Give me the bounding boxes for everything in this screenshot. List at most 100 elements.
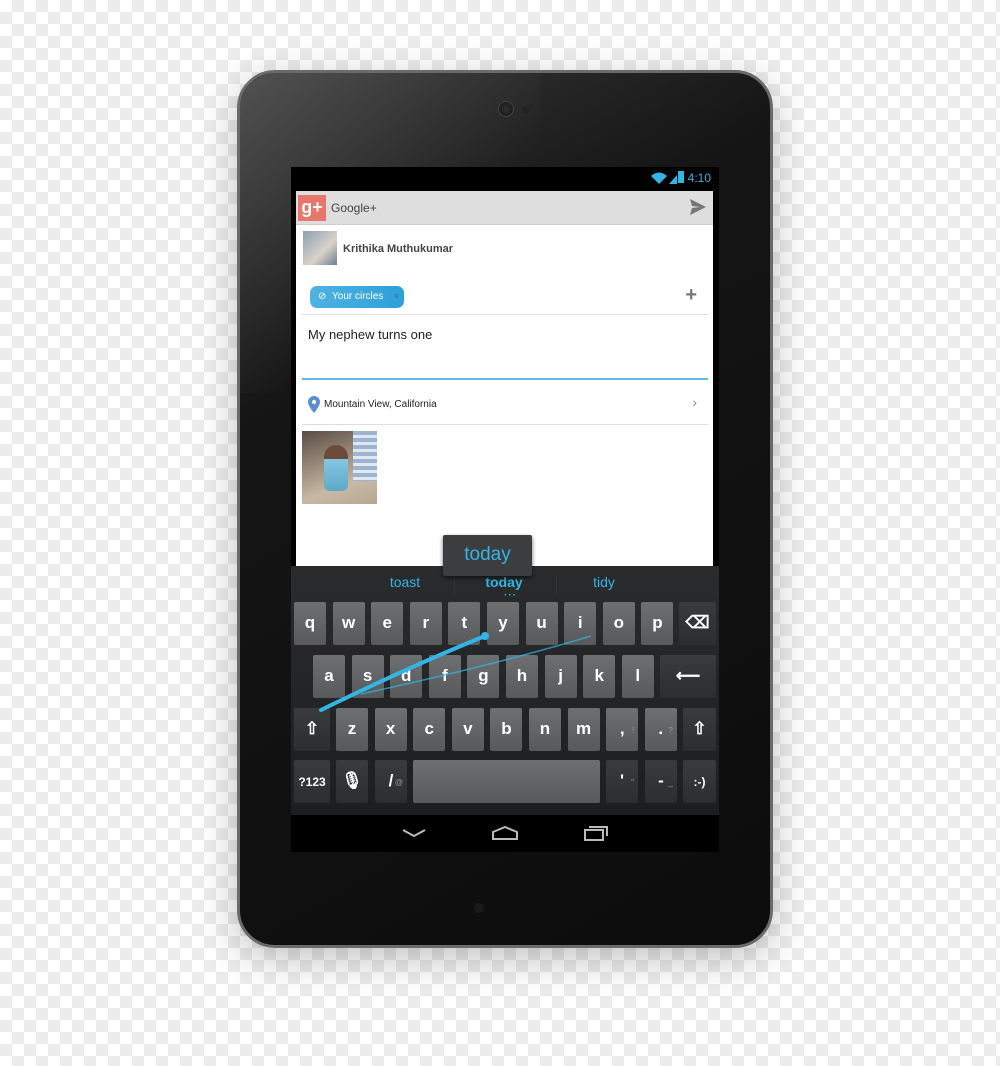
key-t[interactable]: t (448, 602, 481, 645)
navigation-bar (291, 815, 719, 852)
battery-icon (678, 171, 684, 183)
app-title: Google+ (331, 201, 377, 215)
key-label: r (422, 613, 430, 632)
key-apostrophe[interactable]: ' " (606, 760, 638, 803)
suggestion-toast[interactable]: toast (390, 574, 420, 590)
key-j[interactable]: j (544, 655, 577, 698)
post-text-input[interactable]: My nephew turns one (308, 327, 432, 342)
key-f[interactable]: f (428, 655, 461, 698)
key-c[interactable]: c (413, 708, 446, 751)
key-l[interactable]: l (621, 655, 654, 698)
key-label: e (382, 613, 392, 632)
gesture-preview-popup: today (443, 535, 532, 576)
author-name: Krithika Muthukumar (343, 243, 454, 255)
key-label: v (463, 719, 473, 738)
key-slash[interactable]: / @ (375, 760, 407, 803)
google-plus-logo[interactable]: g+ (298, 195, 326, 221)
key-label: a (324, 666, 334, 685)
status-bar: 4:10 (291, 167, 719, 190)
camera-icon (498, 101, 514, 117)
send-icon[interactable] (689, 198, 707, 216)
key-n[interactable]: n (529, 708, 561, 751)
key-w[interactable]: w (332, 602, 365, 645)
suggestion-tidy[interactable]: tidy (593, 574, 615, 590)
key-e[interactable]: e (371, 602, 404, 645)
key-b[interactable]: b (490, 708, 523, 751)
enter-key[interactable]: ⟵ (660, 655, 716, 698)
key-label: u (536, 613, 547, 632)
key-hint: " (631, 778, 634, 787)
backspace-key[interactable]: ⌫ (679, 602, 716, 645)
key-hint: _ (668, 778, 673, 787)
key-label: z (347, 719, 357, 738)
key-label: y (498, 613, 508, 632)
key-i[interactable]: i (564, 602, 597, 645)
key-r[interactable]: r (409, 602, 442, 645)
remove-chip-icon[interactable]: × (394, 285, 399, 307)
clock: 4:10 (687, 171, 711, 185)
shift-key[interactable]: ⇧ (294, 708, 330, 751)
microphone-icon: 🎙 (341, 771, 363, 790)
recents-icon[interactable] (583, 824, 609, 842)
key-period[interactable]: .? (644, 708, 677, 751)
key-d[interactable]: d (390, 655, 423, 698)
key-label: ' (619, 771, 625, 790)
symbols-key[interactable]: ?123 (294, 760, 330, 803)
key-label: b (501, 719, 512, 738)
key-label: x (385, 719, 396, 738)
key-dash[interactable]: - _ (645, 760, 677, 803)
key-s[interactable]: s (351, 655, 384, 698)
key-label: , (619, 719, 625, 738)
key-q[interactable]: q (294, 602, 326, 645)
audience-chip[interactable]: ⊘ Your circles × (310, 286, 404, 308)
more-suggestions-icon[interactable]: ··· (504, 590, 517, 601)
space-key[interactable] (413, 760, 600, 803)
key-label: d (400, 666, 412, 685)
key-hint: ? (668, 726, 673, 735)
key-m[interactable]: m (567, 708, 600, 751)
home-icon[interactable] (491, 825, 519, 841)
notification-led (474, 903, 484, 913)
suggestion-today[interactable]: today (485, 574, 522, 590)
key-g[interactable]: g (467, 655, 500, 698)
key-label: s (362, 666, 373, 685)
key-v[interactable]: v (451, 708, 484, 751)
emoticon-key[interactable]: :-) (683, 760, 716, 803)
add-audience-button[interactable]: + (685, 284, 697, 307)
back-icon[interactable] (401, 827, 427, 839)
shift-icon: ⇧ (692, 719, 707, 738)
key-o[interactable]: o (602, 602, 635, 645)
key-label: - (658, 771, 664, 790)
key-a[interactable]: a (313, 655, 345, 698)
location-label[interactable]: Mountain View, California (324, 399, 437, 410)
key-h[interactable]: h (506, 655, 538, 698)
voice-input-key[interactable]: 🎙 (336, 760, 368, 803)
backspace-icon: ⌫ (685, 613, 710, 632)
key-label: :-) (693, 775, 706, 789)
shift-icon: ⇧ (304, 719, 320, 738)
key-hint: @ (394, 778, 403, 787)
key-p[interactable]: p (641, 602, 674, 645)
attached-photo[interactable] (302, 431, 377, 504)
key-comma[interactable]: ,! (606, 708, 639, 751)
key-x[interactable]: x (374, 708, 407, 751)
key-label: n (539, 719, 551, 738)
chevron-right-icon[interactable]: › (692, 394, 697, 410)
key-label: i (577, 613, 583, 632)
key-z[interactable]: z (336, 708, 368, 751)
key-label: m (576, 719, 592, 738)
key-y[interactable]: y (487, 602, 519, 645)
key-k[interactable]: k (583, 655, 616, 698)
divider (302, 314, 708, 315)
key-label: j (558, 666, 563, 685)
chip-label: Your circles (332, 291, 384, 302)
key-u[interactable]: u (525, 602, 558, 645)
key-label: c (424, 719, 434, 738)
key-label: g (478, 666, 489, 685)
key-label: o (613, 613, 624, 632)
circles-icon: ⊘ (318, 291, 327, 302)
google-plus-share: g+ Google+ Krithika Muthukumar ⊘ Your ci… (296, 191, 713, 567)
key-hint: ! (631, 726, 635, 735)
shift-key-right[interactable]: ⇧ (683, 708, 716, 751)
keyboard: toast today ··· tidy q w e r t y u i o p ⌫ a s d f g h j k… (291, 566, 719, 852)
